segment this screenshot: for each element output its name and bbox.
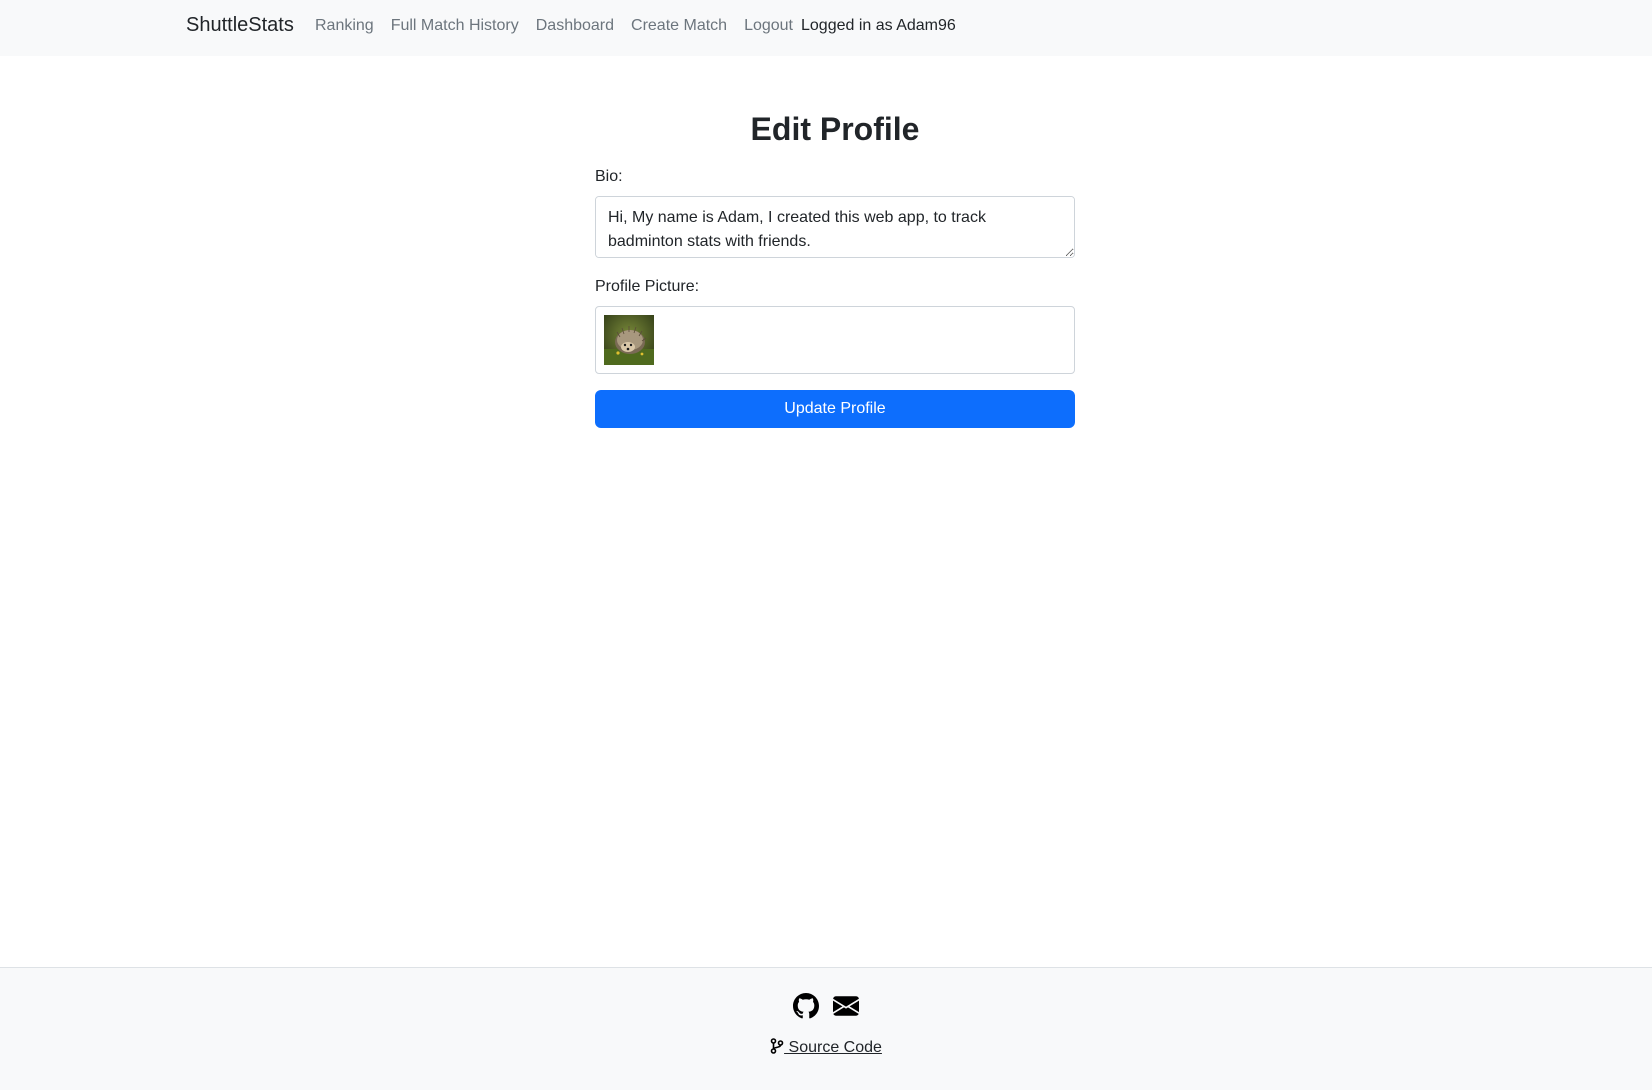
github-icon[interactable] bbox=[793, 993, 819, 1019]
footer-icons bbox=[0, 993, 1652, 1019]
bio-label: Bio: bbox=[595, 168, 623, 186]
nav-link-full-match-history[interactable]: Full Match History bbox=[391, 17, 519, 35]
nav-link-logout[interactable]: Logout bbox=[744, 17, 793, 35]
top-navbar: ShuttleStats Ranking Full Match History … bbox=[0, 0, 1652, 56]
profile-picture-label: Profile Picture: bbox=[595, 278, 700, 296]
edit-profile-form: Edit Profile Bio: Hi, My name is Adam, I… bbox=[595, 110, 1075, 429]
source-code-label: Source Code bbox=[784, 1039, 882, 1056]
envelope-icon[interactable] bbox=[833, 993, 859, 1019]
nav-link-create-match[interactable]: Create Match bbox=[631, 17, 727, 35]
bio-textarea[interactable]: Hi, My name is Adam, I created this web … bbox=[595, 196, 1075, 259]
profile-picture-field[interactable] bbox=[595, 306, 1075, 375]
nav-link-ranking[interactable]: Ranking bbox=[315, 17, 374, 35]
page-title: Edit Profile bbox=[750, 111, 920, 147]
source-code-row: Source Code bbox=[0, 1038, 1652, 1057]
update-profile-button[interactable]: Update Profile bbox=[595, 390, 1075, 429]
logged-in-status: Logged in as Adam96 bbox=[801, 17, 956, 34]
footer: Source Code bbox=[0, 967, 1652, 1090]
nav-links: Ranking Full Match History Dashboard Cre… bbox=[315, 17, 956, 35]
source-code-link[interactable]: Source Code bbox=[770, 1038, 882, 1056]
nav-link-dashboard[interactable]: Dashboard bbox=[536, 17, 614, 35]
brand-link[interactable]: ShuttleStats bbox=[186, 14, 294, 37]
profile-picture-thumbnail bbox=[604, 315, 654, 366]
git-branch-icon bbox=[770, 1038, 784, 1054]
